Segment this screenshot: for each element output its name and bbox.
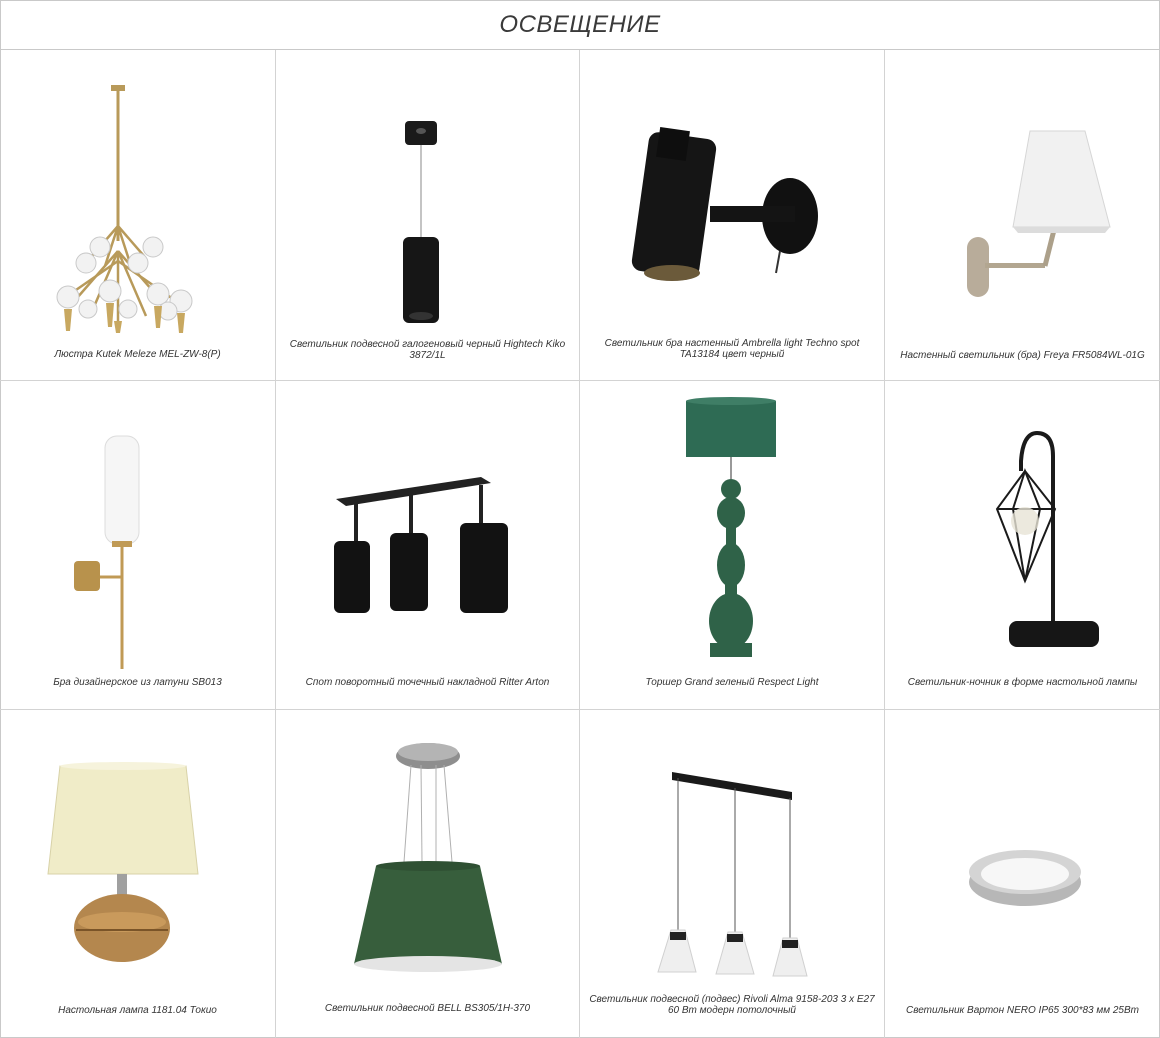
product-caption: Светильник-ночник в форме настольной лам… bbox=[907, 677, 1138, 688]
pendant-cylinder-icon bbox=[403, 121, 439, 323]
product-card[interactable]: Спот поворотный точечный накладной Ritte… bbox=[276, 381, 579, 709]
night-lamp-icon bbox=[995, 430, 1099, 647]
product-caption: Светильник подвесной BELL BS305/1H-370 bbox=[324, 1003, 531, 1014]
chandelier-icon bbox=[56, 85, 193, 333]
product-card[interactable]: Светильник-ночник в форме настольной лам… bbox=[885, 381, 1160, 709]
drum-pendant-icon bbox=[354, 743, 502, 972]
product-card[interactable]: Светильник подвесной (подвес) Rivoli Alm… bbox=[580, 710, 884, 1038]
product-card[interactable]: Настенный светильник (бра) Freya FR5084W… bbox=[885, 51, 1160, 380]
page-title: ОСВЕЩЕНИЕ bbox=[0, 0, 1160, 50]
product-caption: Светильник Вартон NERO IP65 300*83 мм 25… bbox=[906, 1005, 1139, 1016]
product-card[interactable]: Светильник бра настенный Ambrella light … bbox=[580, 51, 884, 380]
product-card[interactable]: Светильник Вартон NERO IP65 300*83 мм 25… bbox=[885, 710, 1160, 1038]
product-caption: Светильник бра настенный Ambrella light … bbox=[604, 338, 860, 360]
product-caption: Настенный светильник (бра) Freya FR5084W… bbox=[900, 350, 1145, 361]
product-caption: Люстра Kutek Meleze MEL-ZW-8(P) bbox=[54, 349, 221, 360]
product-caption: Спот поворотный точечный накладной Ritte… bbox=[305, 677, 550, 688]
ceiling-light-icon bbox=[969, 850, 1081, 906]
table-lamp-icon bbox=[47, 762, 199, 962]
product-caption: Бра дизайнерское из латуни SB013 bbox=[53, 677, 222, 688]
product-card[interactable]: Настольная лампа 1181.04 Токио bbox=[0, 710, 275, 1038]
product-caption: Торшер Grand зеленый Respect Light bbox=[645, 677, 819, 688]
product-card[interactable]: Люстра Kutek Meleze MEL-ZW-8(P) bbox=[0, 51, 275, 380]
wall-sconce-icon bbox=[967, 130, 1111, 297]
product-caption: Настольная лампа 1181.04 Токио bbox=[58, 1005, 217, 1016]
product-caption: Светильник подвесной (подвес) Rivoli Alm… bbox=[589, 994, 875, 1016]
floor-lamp-icon bbox=[686, 397, 776, 657]
product-caption: Светильник подвесной галогеновый черный … bbox=[289, 339, 566, 361]
product-card[interactable]: Бра дизайнерское из латуни SB013 bbox=[0, 381, 275, 709]
triple-spot-icon bbox=[334, 477, 508, 613]
wall-spot-icon bbox=[631, 127, 818, 281]
product-card[interactable]: Торшер Grand зеленый Respect Light bbox=[580, 381, 884, 709]
brass-sconce-icon bbox=[74, 435, 140, 669]
triple-pendant-icon bbox=[657, 772, 808, 977]
product-card[interactable]: Светильник подвесной BELL BS305/1H-370 bbox=[276, 710, 579, 1038]
product-card[interactable]: Светильник подвесной галогеновый черный … bbox=[276, 51, 579, 380]
